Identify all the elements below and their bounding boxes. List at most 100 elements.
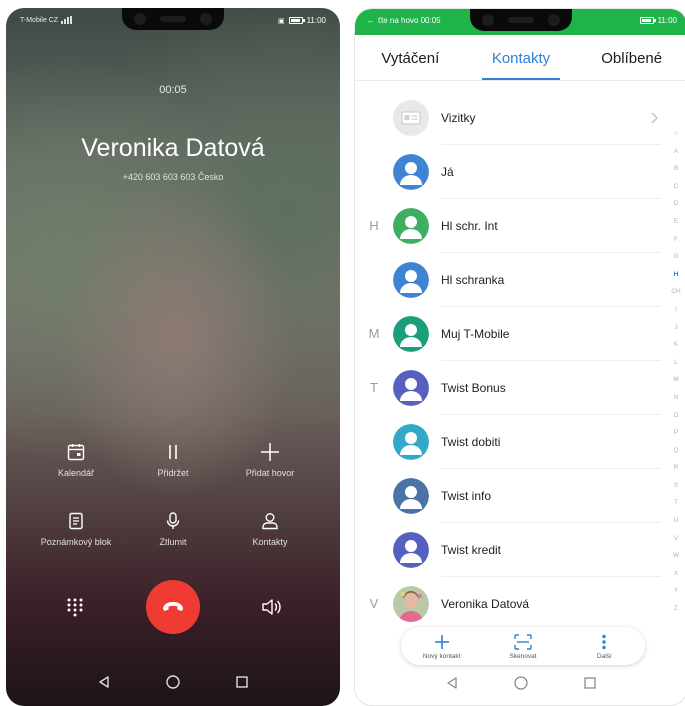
index-letter[interactable]: E bbox=[674, 213, 678, 231]
hold-button[interactable]: Přidržet bbox=[125, 440, 221, 478]
tab-bar: Vytáčení Kontakty Oblíbené bbox=[355, 37, 685, 81]
back-arrow-icon: ← bbox=[367, 16, 375, 25]
notepad-icon bbox=[28, 509, 124, 533]
contact-name: Muj T-Mobile bbox=[441, 327, 510, 341]
add-call-button[interactable]: Přidat hovor bbox=[222, 440, 318, 478]
index-letter[interactable]: D bbox=[674, 195, 679, 213]
section-letter: V bbox=[369, 596, 379, 611]
notepad-button[interactable]: Poznámkový blok bbox=[28, 509, 124, 547]
index-letter[interactable]: M bbox=[673, 371, 678, 389]
end-call-icon bbox=[163, 602, 183, 611]
index-letter[interactable]: G bbox=[673, 248, 678, 266]
battery-icon bbox=[639, 17, 656, 24]
index-letter[interactable]: L bbox=[674, 354, 678, 372]
nav-home-icon[interactable] bbox=[165, 674, 181, 690]
list-item-contact[interactable]: Twist dobiti bbox=[355, 415, 685, 469]
calendar-label: Kalendář bbox=[57, 468, 95, 478]
speaker-icon[interactable] bbox=[260, 596, 282, 618]
list-item-contact[interactable]: M Muj T-Mobile bbox=[355, 307, 685, 361]
tab-dialer[interactable]: Vytáčení bbox=[355, 37, 466, 80]
list-item-business-cards[interactable]: Vizitky bbox=[355, 91, 685, 145]
list-item-contact[interactable]: Hl schranka bbox=[355, 253, 685, 307]
tab-contacts[interactable]: Kontakty bbox=[466, 37, 577, 80]
camera-icon bbox=[134, 13, 146, 25]
new-contact-button[interactable]: Nový kontakt bbox=[407, 633, 477, 660]
list-item-contact[interactable]: H Hl schr. Int bbox=[355, 199, 685, 253]
index-letter[interactable]: Z bbox=[674, 600, 678, 618]
person-avatar-icon bbox=[393, 532, 429, 568]
index-letter[interactable]: O bbox=[673, 407, 678, 425]
person-icon bbox=[222, 509, 318, 533]
index-letter[interactable]: J bbox=[674, 319, 677, 337]
pause-icon bbox=[125, 440, 221, 464]
dialpad-icon[interactable] bbox=[64, 596, 86, 618]
scan-icon bbox=[488, 633, 558, 651]
scan-button[interactable]: Skenovat bbox=[488, 633, 558, 660]
index-letter[interactable]: CH bbox=[671, 283, 680, 301]
more-button[interactable]: Další bbox=[569, 633, 639, 660]
person-avatar-icon bbox=[393, 478, 429, 514]
return-to-call[interactable]: ← ťte na hovo 00:05 bbox=[367, 16, 441, 25]
contact-name: Já bbox=[441, 165, 454, 179]
nav-back-icon[interactable] bbox=[445, 676, 459, 690]
index-letter[interactable]: X bbox=[674, 565, 678, 583]
person-avatar-icon bbox=[393, 154, 429, 190]
index-letter[interactable]: I bbox=[675, 301, 677, 319]
section-letter: M bbox=[368, 326, 380, 341]
list-item-contact[interactable]: V Veronika Datová bbox=[355, 577, 685, 631]
index-letter[interactable]: C bbox=[674, 178, 679, 196]
photo-avatar bbox=[393, 586, 429, 622]
system-nav-bar bbox=[6, 664, 340, 700]
contacts-button[interactable]: Kontakty bbox=[222, 509, 318, 547]
alphabet-index[interactable]: ☆ A B C D E F G H CH I J K L M N O P Q R… bbox=[669, 125, 683, 618]
status-time: 11:00 bbox=[657, 16, 677, 25]
index-letter[interactable]: A bbox=[674, 143, 678, 161]
index-letter[interactable]: Q bbox=[673, 442, 678, 460]
index-letter[interactable]: ☆ bbox=[673, 125, 679, 143]
end-call-button[interactable] bbox=[146, 580, 200, 634]
contact-name: Twist dobiti bbox=[441, 435, 501, 449]
index-letter[interactable]: S bbox=[674, 477, 678, 495]
index-letter[interactable]: F bbox=[674, 231, 678, 249]
person-avatar-icon bbox=[393, 370, 429, 406]
index-letter[interactable]: T bbox=[674, 494, 678, 512]
nfc-icon: ▣ bbox=[277, 17, 285, 25]
list-item-contact[interactable]: T Twist Bonus bbox=[355, 361, 685, 415]
contact-name: Twist Bonus bbox=[441, 381, 506, 395]
section-letter: H bbox=[369, 218, 379, 233]
contact-name: Twist info bbox=[441, 489, 492, 503]
index-letter[interactable]: U bbox=[674, 512, 679, 530]
notepad-label: Poznámkový blok bbox=[40, 537, 112, 547]
person-avatar-icon bbox=[393, 262, 429, 298]
nav-recents-icon[interactable] bbox=[235, 675, 249, 689]
contact-name: Vizitky bbox=[441, 111, 476, 125]
contact-list: Vizitky Já H Hl schr. Int Hl schranka M … bbox=[355, 89, 685, 629]
index-letter[interactable]: B bbox=[674, 160, 678, 178]
status-bar-right: ▣ 11:00 bbox=[278, 16, 326, 25]
business-card-icon bbox=[393, 100, 429, 136]
index-letter[interactable]: R bbox=[674, 459, 679, 477]
list-item-contact[interactable]: Twist kredit bbox=[355, 523, 685, 577]
caller-name: Veronika Datová bbox=[81, 134, 265, 162]
index-letter[interactable]: K bbox=[674, 336, 678, 354]
contact-name: Twist kredit bbox=[441, 543, 502, 557]
index-letter[interactable]: Y bbox=[674, 582, 678, 600]
index-letter[interactable]: V bbox=[674, 530, 678, 548]
list-item-me[interactable]: Já bbox=[355, 145, 685, 199]
return-to-call-label: ťte na hovo 00:05 bbox=[378, 16, 441, 25]
earpiece bbox=[160, 16, 186, 22]
index-letter[interactable]: P bbox=[674, 424, 678, 442]
mute-button[interactable]: Ztlumit bbox=[125, 509, 221, 547]
contacts-screen: ← ťte na hovo 00:05 11:00 Vytáčení Konta… bbox=[354, 8, 685, 706]
calendar-button[interactable]: Kalendář bbox=[28, 440, 124, 478]
section-letter: T bbox=[370, 380, 378, 395]
index-letter-active[interactable]: H bbox=[674, 266, 679, 284]
index-letter[interactable]: W bbox=[673, 547, 679, 565]
tab-favorites[interactable]: Oblíbené bbox=[576, 37, 685, 80]
index-letter[interactable]: N bbox=[674, 389, 679, 407]
list-item-contact[interactable]: Twist info bbox=[355, 469, 685, 523]
plus-icon bbox=[407, 633, 477, 651]
nav-back-icon[interactable] bbox=[97, 675, 111, 689]
nav-home-icon[interactable] bbox=[513, 675, 529, 691]
nav-recents-icon[interactable] bbox=[583, 676, 597, 690]
